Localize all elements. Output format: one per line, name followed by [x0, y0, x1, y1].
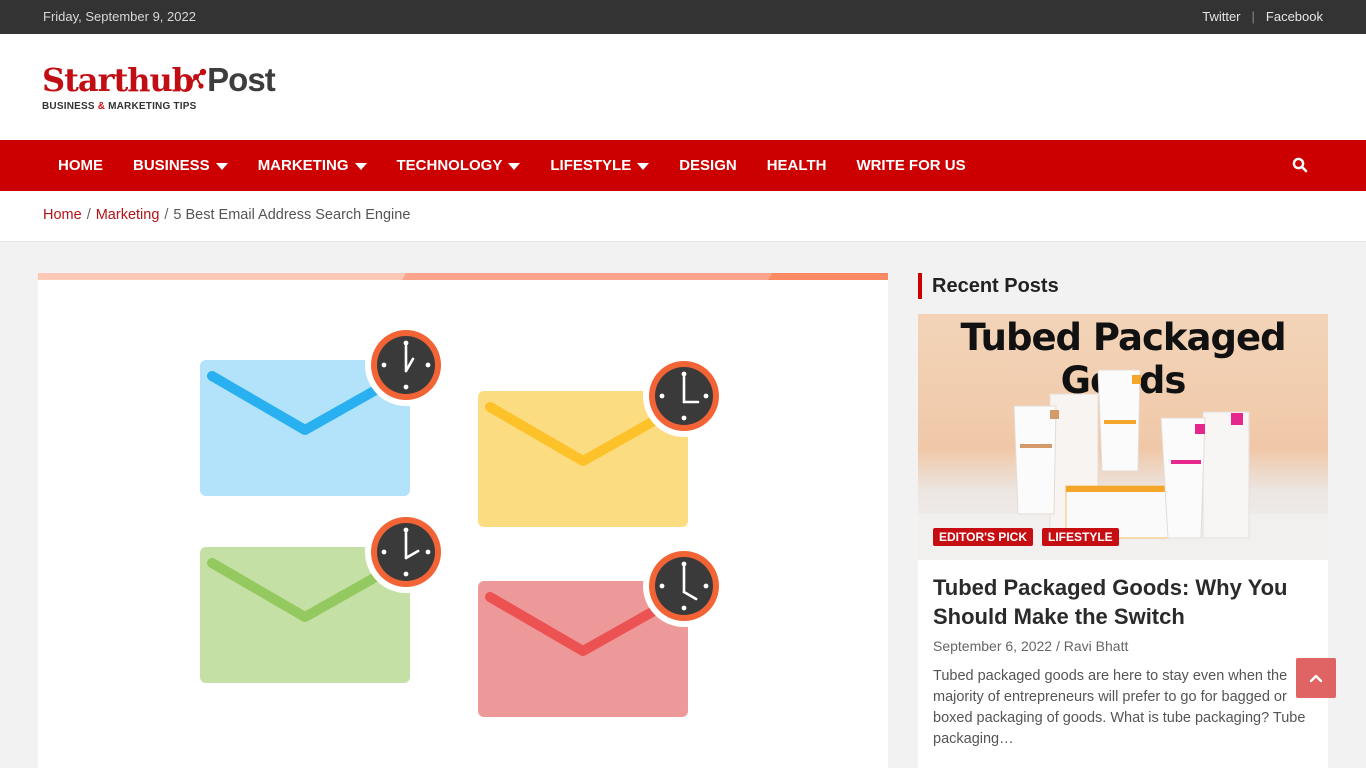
- clock-icon: [365, 324, 447, 406]
- logo-name-part1: Starthub: [42, 61, 194, 99]
- clock-icon: [643, 545, 725, 627]
- nav-item-technology[interactable]: TECHNOLOGY: [382, 140, 536, 191]
- nav-item-lifestyle[interactable]: LIFESTYLE: [535, 140, 664, 191]
- breadcrumb-home[interactable]: Home: [43, 207, 82, 223]
- site-logo[interactable]: Starthub Post BUSINESS & MARKETING TIPS: [42, 62, 282, 118]
- badge-editors-pick[interactable]: EDITOR'S PICK: [933, 528, 1033, 546]
- site-header: Starthub Post BUSINESS & MARKETING TIPS: [0, 34, 1366, 140]
- post-badges: EDITOR'S PICK LIFESTYLE: [933, 528, 1119, 546]
- caret-down-icon: [354, 162, 367, 170]
- meta-separator: /: [1055, 638, 1060, 654]
- nav-item-label: DESIGN: [679, 157, 737, 174]
- top-bar: Friday, September 9, 2022 Twitter | Face…: [0, 0, 1366, 34]
- search-icon[interactable]: [1292, 157, 1308, 173]
- envelope-blue: [200, 324, 447, 496]
- envelope-green: [200, 511, 447, 683]
- tagline-ampersand: &: [97, 101, 106, 112]
- envelope-red: [478, 545, 725, 717]
- twitter-link[interactable]: Twitter: [1202, 9, 1240, 24]
- current-date: Friday, September 9, 2022: [43, 9, 196, 24]
- breadcrumb-marketing[interactable]: Marketing: [96, 207, 160, 223]
- nav-item-health[interactable]: HEALTH: [752, 140, 842, 191]
- nav-item-label: BUSINESS: [133, 157, 210, 174]
- caret-down-icon: [637, 162, 650, 170]
- clock-icon: [365, 511, 447, 593]
- facebook-link[interactable]: Facebook: [1266, 9, 1323, 24]
- main-navigation: HOME BUSINESS MARKETING TECHNOLOGY LIFES…: [0, 140, 1366, 191]
- post-excerpt: Tubed packaged goods are here to stay ev…: [933, 668, 1306, 747]
- logo-name-part2: Post: [207, 61, 276, 98]
- nav-item-business[interactable]: BUSINESS: [118, 140, 243, 191]
- nav-item-home[interactable]: HOME: [43, 140, 118, 191]
- nav-item-label: WRITE FOR US: [856, 157, 966, 174]
- network-nodes-icon: [188, 68, 207, 89]
- envelopes-illustration: [200, 324, 725, 717]
- post-title-link[interactable]: Tubed Packaged Goods: Why You Should Mak…: [933, 573, 1313, 631]
- nav-item-label: TECHNOLOGY: [396, 157, 503, 174]
- tagline-part1: BUSINESS: [42, 101, 98, 112]
- nav-item-label: MARKETING: [257, 157, 349, 174]
- nav-menu: HOME BUSINESS MARKETING TECHNOLOGY LIFES…: [43, 140, 981, 191]
- chevron-up-icon: [1309, 674, 1323, 683]
- post-meta: September 6, 2022 / Ravi Bhatt: [933, 638, 1128, 654]
- caret-down-icon: [215, 162, 228, 170]
- nav-item-label: LIFESTYLE: [550, 157, 632, 174]
- social-links: Twitter | Facebook: [1202, 9, 1323, 24]
- breadcrumb-separator: /: [86, 207, 91, 223]
- clock-icon: [643, 355, 725, 437]
- nav-item-design[interactable]: DESIGN: [664, 140, 752, 191]
- breadcrumb-current: 5 Best Email Address Search Engine: [173, 207, 411, 223]
- logo-tagline: BUSINESS & MARKETING TIPS: [42, 101, 282, 112]
- tagline-part2: MARKETING TIPS: [105, 101, 197, 112]
- breadcrumb-separator: /: [164, 207, 169, 223]
- breadcrumb: Home / Marketing/5 Best Email Address Sear…: [43, 207, 410, 223]
- nav-item-label: HEALTH: [766, 157, 827, 174]
- nav-item-label: HOME: [58, 157, 103, 174]
- breadcrumb-bar: Home / Marketing/5 Best Email Address Sear…: [0, 191, 1366, 242]
- social-separator: |: [1251, 9, 1255, 24]
- post-author[interactable]: Ravi Bhatt: [1064, 638, 1129, 654]
- logo-wordmark: Starthub Post: [42, 61, 282, 99]
- badge-lifestyle[interactable]: LIFESTYLE: [1041, 528, 1119, 546]
- recent-posts-heading: Recent Posts: [918, 273, 1059, 299]
- post-thumbnail[interactable]: Tubed Packaged Goods EDITOR'S PICK LIFES…: [918, 314, 1328, 560]
- recent-post-card: Tubed Packaged Goods EDITOR'S PICK LIFES…: [918, 314, 1328, 768]
- envelope-yellow: [478, 355, 725, 527]
- nav-item-marketing[interactable]: MARKETING: [243, 140, 382, 191]
- nav-item-write-for-us[interactable]: WRITE FOR US: [841, 140, 980, 191]
- product-tubes-image: [918, 369, 1328, 560]
- caret-down-icon: [508, 162, 521, 170]
- article-featured-image: [38, 273, 888, 768]
- post-date[interactable]: September 6, 2022: [933, 638, 1052, 654]
- scroll-to-top-button[interactable]: [1296, 658, 1336, 698]
